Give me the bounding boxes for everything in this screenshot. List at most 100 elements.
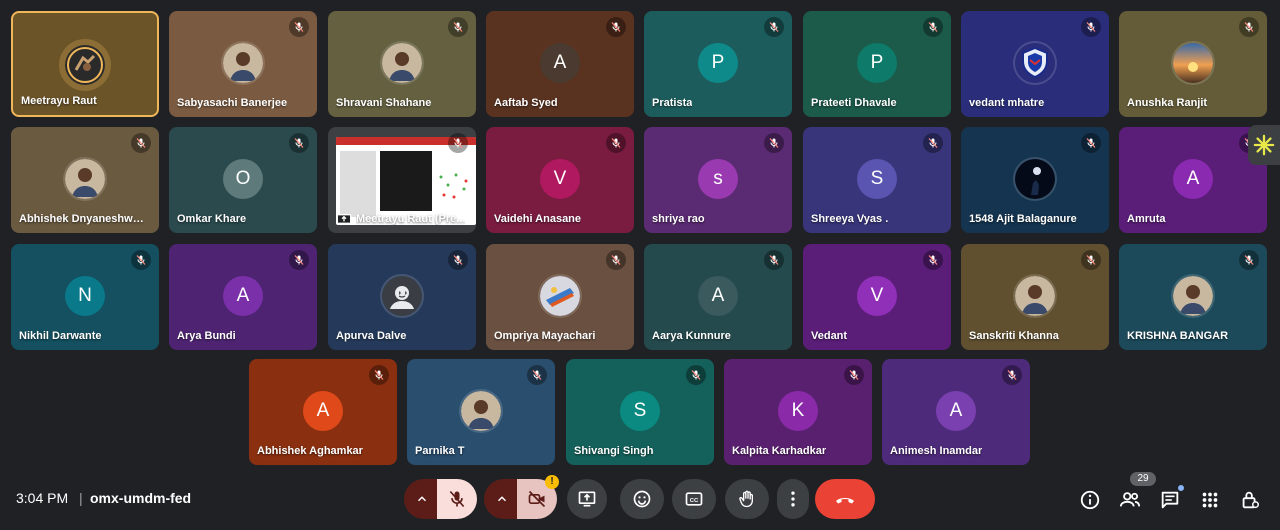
participant-tile[interactable]: Sanskriti Khanna [961, 244, 1109, 350]
participant-tile[interactable]: V Vedant [803, 244, 951, 350]
activities-icon [1202, 492, 1218, 508]
participant-tile[interactable]: Shravani Shahane [328, 11, 476, 117]
participant-tile[interactable]: O Omkar Khare [169, 127, 317, 233]
mic-off-icon [131, 133, 151, 153]
participant-avatar: s [698, 159, 738, 199]
mic-off-icon [527, 365, 547, 385]
activities-button[interactable] [1194, 484, 1226, 516]
reactions-button[interactable] [620, 479, 664, 519]
participant-tile[interactable]: Parnika T [407, 359, 555, 465]
participant-tile[interactable]: Abhishek Dnyaneshwar ... [11, 127, 159, 233]
meeting-details-button[interactable] [1074, 484, 1106, 516]
participant-name: Anushka Ranjit [1127, 97, 1208, 109]
participant-tile[interactable]: S Shreeya Vyas . [803, 127, 951, 233]
participant-photo [461, 391, 501, 431]
participant-photo [65, 45, 105, 85]
participant-tile[interactable]: A Aaftab Syed [486, 11, 634, 117]
raise-hand-button[interactable] [725, 479, 769, 519]
raise-hand-icon [739, 490, 753, 508]
present-icon [578, 491, 596, 507]
participant-tile[interactable]: A Arya Bundi [169, 244, 317, 350]
participant-name: Meetrayu Raut (Pre... [356, 213, 466, 225]
participant-name: Meetrayu Raut [21, 95, 97, 107]
mic-off-icon [1081, 17, 1101, 37]
present-button[interactable] [567, 479, 607, 519]
mic-off-icon [923, 17, 943, 37]
participant-name: Sanskriti Khanna [969, 330, 1059, 342]
participant-tile[interactable]: Sabyasachi Banerjee [169, 11, 317, 117]
participant-tile[interactable]: P Prateeti Dhavale [803, 11, 951, 117]
participant-name: Apurva Dalve [336, 330, 407, 342]
participant-tile[interactable]: V Vaidehi Anasane [486, 127, 634, 233]
participant-name: Vedant [811, 330, 848, 342]
mic-off-icon [448, 17, 468, 37]
more-icon [791, 491, 795, 507]
participant-name: 1548 Ajit Balaganure [969, 213, 1077, 225]
participant-tile[interactable]: K Kalpita Karhadkar [724, 359, 872, 465]
participant-name: Nikhil Darwante [19, 330, 102, 342]
participant-avatar: S [857, 159, 897, 199]
participant-tile[interactable]: KRISHNA BANGAR [1119, 244, 1267, 350]
captions-button[interactable]: CC [672, 479, 716, 519]
participant-name: Arya Bundi [177, 330, 236, 342]
participant-avatar: K [778, 391, 818, 431]
more-options-button[interactable] [777, 479, 809, 519]
participant-avatar: A [936, 391, 976, 431]
participant-tile[interactable]: vedant mhatre [961, 11, 1109, 117]
captions-icon: CC [685, 492, 703, 506]
mic-off-icon [1002, 365, 1022, 385]
mic-off-icon [764, 250, 784, 270]
mic-off-icon [289, 133, 309, 153]
participant-tile[interactable]: P Pratista [644, 11, 792, 117]
participant-name: Abhishek Dnyaneshwar ... [19, 213, 149, 225]
participant-tile[interactable]: A Abhishek Aghamkar [249, 359, 397, 465]
participant-tile[interactable]: A Aarya Kunnure [644, 244, 792, 350]
mic-options-button[interactable] [404, 479, 440, 519]
participant-photo [382, 276, 422, 316]
participant-name: Pratista [652, 97, 693, 109]
emoji-icon [633, 490, 651, 508]
host-controls-button[interactable] [1234, 484, 1266, 516]
participant-tile[interactable]: Ompriya Mayachari [486, 244, 634, 350]
participant-photo [1015, 159, 1055, 199]
bottom-bar: 3:04 PM | omx-umdm-fed ! CC [0, 470, 1280, 530]
hangup-icon [836, 498, 854, 504]
mic-toggle-button[interactable] [437, 479, 477, 519]
participant-avatar: P [698, 43, 738, 83]
chevron-up-icon [417, 496, 427, 502]
participant-name: Parnika T [415, 445, 465, 457]
participant-name: Vaidehi Anasane [494, 213, 582, 225]
meeting-code: omx-umdm-fed [90, 490, 192, 506]
chat-button[interactable] [1154, 484, 1186, 516]
participant-name: Kalpita Karhadkar [732, 445, 827, 457]
mic-off-icon [1081, 133, 1101, 153]
participant-avatar: S [620, 391, 660, 431]
participant-name: Amruta [1127, 213, 1166, 225]
participant-tile[interactable]: A Animesh Inamdar [882, 359, 1030, 465]
mic-off-icon [289, 17, 309, 37]
mic-off-icon [448, 133, 468, 153]
camera-off-icon [528, 490, 546, 508]
participant-tile[interactable]: Meetrayu Raut [11, 11, 159, 117]
mic-off-icon [606, 250, 626, 270]
participant-avatar: A [1173, 159, 1213, 199]
participant-tile[interactable]: S Shivangi Singh [566, 359, 714, 465]
participant-tile[interactable]: Anushka Ranjit [1119, 11, 1267, 117]
camera-options-button[interactable] [484, 479, 520, 519]
leave-call-button[interactable] [815, 479, 875, 519]
participant-name: Abhishek Aghamkar [257, 445, 363, 457]
participant-tile[interactable]: 1548 Ajit Balaganure [961, 127, 1109, 233]
people-icon [1119, 492, 1141, 507]
chat-icon [1161, 491, 1179, 509]
participant-name: Shreeya Vyas . [811, 213, 889, 225]
participant-tile[interactable]: Apurva Dalve [328, 244, 476, 350]
chat-notification-dot [1178, 485, 1184, 491]
activities-side-button[interactable] [1248, 125, 1280, 165]
participant-tile[interactable]: Meetrayu Raut (Pre... [328, 127, 476, 233]
mic-off-icon [1239, 17, 1259, 37]
participant-tile[interactable]: A Amruta [1119, 127, 1267, 233]
people-button[interactable] [1114, 484, 1146, 516]
participant-tile[interactable]: s shriya rao [644, 127, 792, 233]
participant-avatar: V [857, 276, 897, 316]
participant-tile[interactable]: N Nikhil Darwante [11, 244, 159, 350]
